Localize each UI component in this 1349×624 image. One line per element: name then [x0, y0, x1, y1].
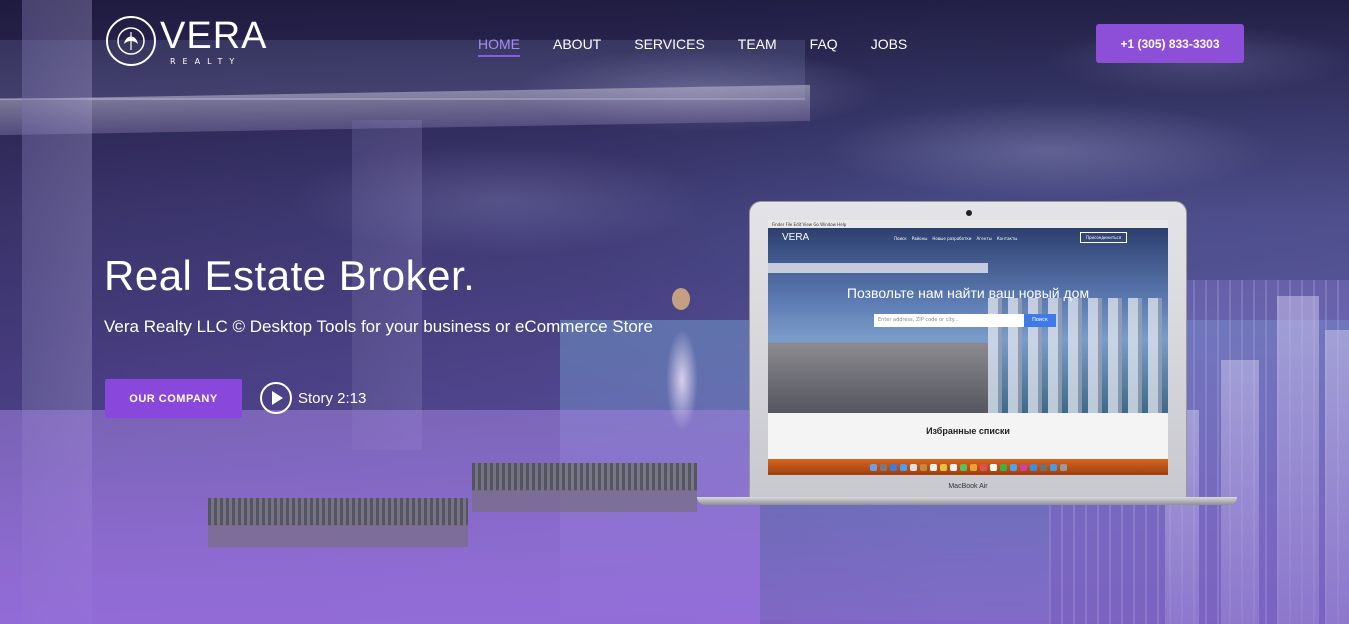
- main-nav: HOME ABOUT SERVICES TEAM FAQ JOBS: [478, 36, 940, 57]
- planter-grass: [208, 498, 468, 526]
- mini-site-hero: VERA Поиск Районы Новые разработки Агент…: [768, 228, 1168, 413]
- dock-app-icon: [869, 463, 877, 471]
- dock-app-icon: [899, 463, 907, 471]
- nav-about[interactable]: ABOUT: [553, 36, 601, 57]
- hero-title: Real Estate Broker.: [104, 252, 476, 299]
- tower: [1277, 296, 1319, 624]
- mini-nav-item: Районы: [911, 236, 928, 241]
- dock-app-icon: [969, 463, 977, 471]
- mini-nav-item: Поиск: [894, 236, 907, 241]
- brand-name: VERA: [160, 14, 268, 57]
- dock-app-icon: [1019, 463, 1027, 471]
- mini-search-input: Enter address, ZIP code or city...: [874, 314, 1024, 327]
- camera-icon: [966, 210, 972, 216]
- phone-button[interactable]: +1 (305) 833-3303: [1096, 24, 1244, 63]
- mini-balcony: [768, 263, 988, 273]
- story-label: Story 2:13: [298, 389, 367, 407]
- dock-app-icon: [939, 463, 947, 471]
- laptop-model-label: MacBook Air: [948, 483, 988, 490]
- hero-subtitle: Vera Realty LLC © Desktop Tools for your…: [104, 317, 653, 336]
- mini-nav-item: Новые разработки: [932, 236, 972, 241]
- dock-app-icon: [999, 463, 1007, 471]
- play-icon[interactable]: [260, 382, 292, 414]
- woman-figure: [660, 290, 704, 440]
- nav-services[interactable]: SERVICES: [634, 36, 705, 57]
- dock-app-icon: [989, 463, 997, 471]
- dock-app-icon: [1059, 463, 1067, 471]
- laptop-base: [697, 497, 1237, 505]
- tower: [1325, 330, 1349, 624]
- nav-team[interactable]: TEAM: [738, 36, 777, 57]
- planter-grass: [472, 463, 697, 491]
- dock-app-icon: [1029, 463, 1037, 471]
- planter: [208, 525, 468, 547]
- woman-head: [672, 288, 690, 310]
- dock-app-icon: [949, 463, 957, 471]
- dock-app-icon: [1049, 463, 1057, 471]
- laptop-mockup: Finder File Edit View Go Window Help VER…: [749, 201, 1187, 499]
- dock-app-icon: [1039, 463, 1047, 471]
- mini-nav: Поиск Районы Новые разработки Агенты Кон…: [894, 236, 1017, 241]
- mini-nav-item: Контакты: [996, 236, 1018, 241]
- mac-dock: [768, 459, 1168, 475]
- dock-app-icon: [889, 463, 897, 471]
- mini-search-button: Поиск: [1024, 314, 1056, 327]
- mini-terrace: [768, 343, 988, 413]
- dock-app-icon: [879, 463, 887, 471]
- dock-app-icon: [919, 463, 927, 471]
- dock-app-icon: [929, 463, 937, 471]
- tower: [1221, 360, 1259, 624]
- nav-jobs[interactable]: JOBS: [871, 36, 908, 57]
- mini-join-button: Присоединиться: [1080, 232, 1128, 243]
- mini-section-title: Избранные списки: [926, 426, 1010, 436]
- dock-app-icon: [979, 463, 987, 471]
- mini-nav-item: Агенты: [976, 236, 992, 241]
- dock-app-icon: [1009, 463, 1017, 471]
- dock-app-icon: [959, 463, 967, 471]
- laptop-screen: Finder File Edit View Go Window Help VER…: [768, 220, 1168, 475]
- our-company-button[interactable]: OUR COMPANY: [105, 379, 242, 418]
- nav-home[interactable]: HOME: [478, 36, 520, 57]
- mini-headline: Позвольте нам найти ваш новый дом: [846, 285, 1090, 301]
- mini-logo: VERA: [782, 232, 810, 243]
- logo[interactable]: VERA REALTY: [106, 16, 267, 66]
- brand-tagline: REALTY: [170, 56, 242, 66]
- logo-emblem-icon: [106, 16, 156, 66]
- dock-app-icon: [909, 463, 917, 471]
- story-video-link[interactable]: Story 2:13: [260, 382, 366, 414]
- mac-menubar: Finder File Edit View Go Window Help: [768, 220, 1168, 228]
- planter: [472, 490, 697, 512]
- nav-faq[interactable]: FAQ: [810, 36, 838, 57]
